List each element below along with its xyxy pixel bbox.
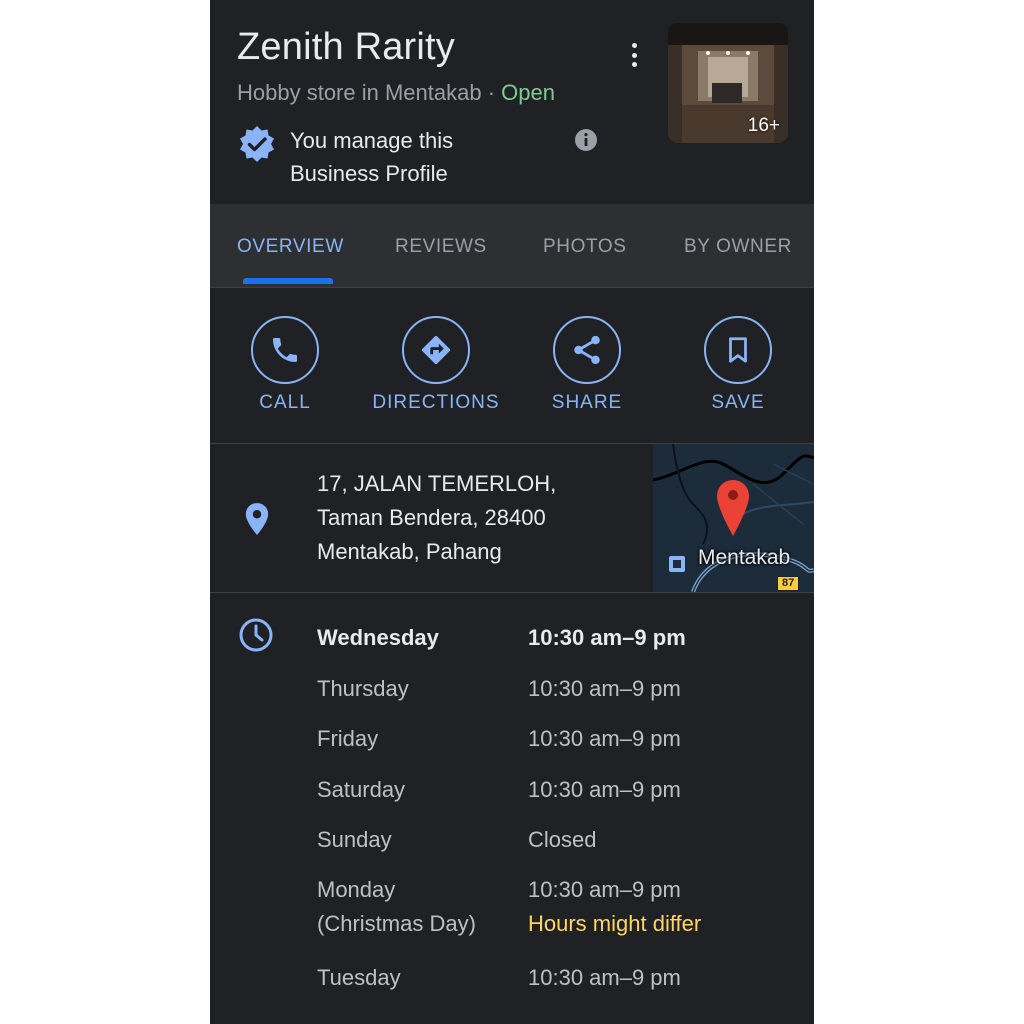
map-city-label: Mentakab <box>698 546 791 569</box>
tab-overview[interactable]: OVERVIEW <box>237 236 344 258</box>
call-button[interactable]: CALL <box>210 316 360 414</box>
place-subtitle: Hobby store in Mentakab · Open <box>237 80 555 106</box>
hours-day: Saturday <box>317 777 406 802</box>
subtitle-separator: · <box>487 80 496 105</box>
place-photo-thumbnail[interactable]: 16+ <box>668 23 788 143</box>
divider <box>210 592 814 593</box>
holiday-name: (Christmas Day) <box>317 911 476 936</box>
hours-time: 10:30 am–9 pm <box>528 726 681 751</box>
hours-time: Closed <box>528 827 597 852</box>
phone-icon <box>273 338 297 362</box>
location-pin-icon <box>245 503 269 535</box>
address-line-1: 17, JALAN TEMERLOH, <box>317 471 557 496</box>
call-label: CALL <box>259 392 311 413</box>
more-options-icon[interactable] <box>622 40 646 70</box>
hours-day: Monday (Christmas Day) <box>317 873 476 941</box>
map-thumbnail[interactable]: Mentakab 87 <box>653 444 814 592</box>
hours-day: Sunday <box>317 827 392 852</box>
directions-circle <box>402 316 470 384</box>
directions-button[interactable]: DIRECTIONS <box>361 316 511 414</box>
open-status: Open <box>501 80 555 105</box>
photo-count: 16+ <box>747 115 780 136</box>
directions-label: DIRECTIONS <box>372 392 500 413</box>
hours-warning: Hours might differ <box>528 911 702 936</box>
hours-time: 10:30 am–9 pm <box>528 777 681 802</box>
manage-line-1: You manage this <box>290 128 454 153</box>
share-circle <box>553 316 621 384</box>
verified-badge-icon <box>240 126 274 162</box>
hours-day-today: Wednesday <box>317 625 439 650</box>
share-label: SHARE <box>551 392 623 413</box>
clock-icon <box>239 618 273 652</box>
share-button[interactable]: SHARE <box>512 316 662 414</box>
hours-day: Thursday <box>317 676 409 701</box>
info-icon[interactable] <box>574 128 598 152</box>
call-circle <box>251 316 319 384</box>
hours-day: Friday <box>317 726 379 751</box>
hours-time: 10:30 am–9 pm Hours might differ <box>528 873 701 941</box>
hours-day-name: Monday <box>317 877 396 902</box>
tab-by-owner[interactable]: BY OWNER <box>684 236 792 258</box>
manage-profile-text: You manage this Business Profile <box>290 124 550 190</box>
tab-reviews[interactable]: REVIEWS <box>395 236 487 258</box>
hours-time-value: 10:30 am–9 pm <box>528 877 681 902</box>
hours-time-today: 10:30 am–9 pm <box>528 625 686 650</box>
save-label: SAVE <box>711 392 765 413</box>
directions-icon <box>421 335 451 365</box>
address-block[interactable]: 17, JALAN TEMERLOH, Taman Bendera, 28400… <box>317 467 647 569</box>
active-tab-indicator <box>243 278 333 284</box>
save-button[interactable]: SAVE <box>663 316 813 414</box>
hours-day: Tuesday <box>317 965 401 990</box>
tab-photos[interactable]: PHOTOS <box>543 236 627 258</box>
bookmark-icon <box>729 337 747 363</box>
address-line-3: Mentakab, Pahang <box>317 539 502 564</box>
tab-bar: OVERVIEW REVIEWS PHOTOS BY OWNER <box>210 204 814 288</box>
share-icon <box>574 335 600 365</box>
save-circle <box>704 316 772 384</box>
hours-time: 10:30 am–9 pm <box>528 676 681 701</box>
place-category: Hobby store in Mentakab <box>237 80 482 105</box>
business-profile-panel: Zenith Rarity Hobby store in Mentakab · … <box>210 0 814 1024</box>
manage-line-2: Business Profile <box>290 161 448 186</box>
route-shield: 87 <box>777 576 800 591</box>
place-name: Zenith Rarity <box>237 26 456 68</box>
hours-time: 10:30 am–9 pm <box>528 965 681 990</box>
address-line-2: Taman Bendera, 28400 <box>317 505 546 530</box>
